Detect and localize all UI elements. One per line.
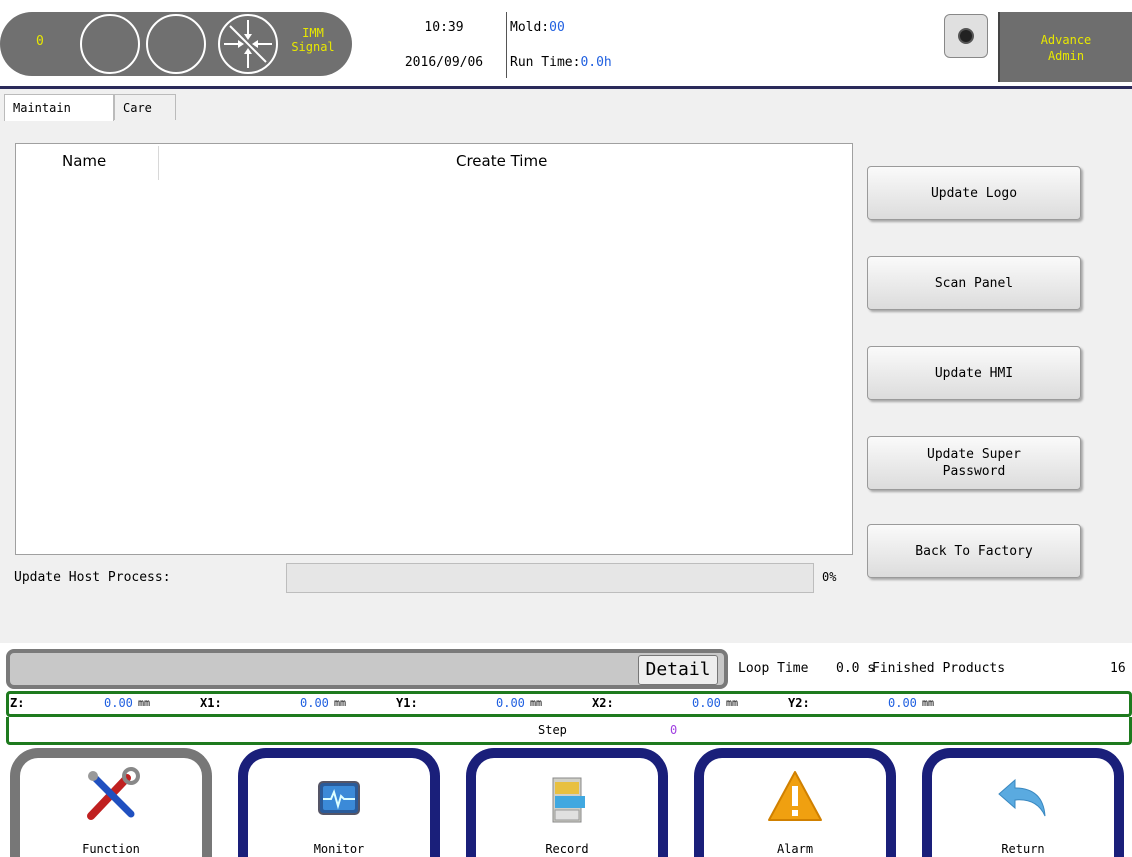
update-logo-button[interactable]: Update Logo <box>867 166 1081 220</box>
axis-z-label: Z: <box>10 696 25 710</box>
tab-care[interactable]: Care <box>114 94 176 120</box>
runtime-label: Run Time: <box>510 55 581 70</box>
user-level: Advance <box>1040 33 1092 47</box>
back-to-factory-button[interactable]: Back To Factory <box>867 524 1081 578</box>
nav-function-button[interactable]: Function <box>4 748 218 857</box>
column-header-name[interactable]: Name <box>62 152 106 170</box>
message-status-bar <box>6 649 728 689</box>
axis-y1-unit: mm <box>530 698 543 709</box>
imm-signal-line1: IMM <box>302 26 324 40</box>
axis-z-unit: mm <box>138 698 151 709</box>
axis-x2-unit: mm <box>726 698 739 709</box>
finished-products-label: Finished Products <box>872 661 1006 676</box>
nav-record-label: Record <box>545 842 589 856</box>
axis-y1-value: 0.00 <box>496 696 525 710</box>
runtime-value: 0.0h <box>580 55 612 70</box>
loop-time-value: 0.0 s <box>836 661 876 676</box>
header-divider <box>506 12 507 78</box>
column-divider <box>158 146 159 180</box>
nav-record-button[interactable]: Record <box>460 748 674 857</box>
finished-products-value: 16 <box>1110 661 1126 676</box>
file-cabinet-icon <box>537 766 597 826</box>
axis-y2-label: Y2: <box>788 696 810 710</box>
nav-return-label: Return <box>1001 842 1045 856</box>
column-header-create-time[interactable]: Create Time <box>456 152 547 170</box>
signal-lamp-2 <box>146 14 206 74</box>
axis-x1-unit: mm <box>334 698 347 709</box>
axis-x2-label: X2: <box>592 696 614 710</box>
step-value: 0 <box>670 723 678 737</box>
monitor-icon <box>309 766 369 826</box>
imm-signal-line2: Signal <box>291 40 335 54</box>
nav-alarm-label: Alarm <box>776 842 814 856</box>
tab-maintain[interactable]: Maintain <box>4 94 114 121</box>
tools-icon <box>81 766 141 826</box>
nav-monitor-button[interactable]: Monitor <box>232 748 446 857</box>
loop-time-label: Loop Time <box>738 661 809 676</box>
update-super-password-button[interactable]: Update Super Password <box>867 436 1081 490</box>
return-arrow-icon <box>993 766 1053 826</box>
user-name: Admin <box>1047 49 1085 63</box>
clock-date: 2016/09/06 <box>404 55 484 70</box>
axis-position-bar <box>6 691 1132 717</box>
warning-icon <box>765 766 825 826</box>
axis-x2-value: 0.00 <box>692 696 721 710</box>
header-bar: 0 IMM Signal 10:39 2016/09/06 Mold:00 Ru… <box>0 0 1132 86</box>
axis-x1-value: 0.00 <box>300 696 329 710</box>
screenshot-camera-button[interactable] <box>944 14 988 58</box>
nav-function-label: Function <box>82 842 140 856</box>
update-hmi-button[interactable]: Update HMI <box>867 346 1081 400</box>
backup-file-table[interactable]: Name Create Time <box>15 143 853 555</box>
nav-monitor-label: Monitor <box>313 842 365 856</box>
user-login-button[interactable]: Advance Admin <box>998 12 1132 82</box>
progress-percent: 0% <box>822 570 837 584</box>
runtime-indicator: Run Time:0.0h <box>510 55 612 70</box>
axis-y2-value: 0.00 <box>888 696 917 710</box>
axis-x1-label: X1: <box>200 696 222 710</box>
nav-return-button[interactable]: Return <box>916 748 1130 857</box>
mold-label: Mold: <box>510 20 550 35</box>
update-host-progress-label: Update Host Process: <box>14 570 171 585</box>
scan-panel-button[interactable]: Scan Panel <box>867 256 1081 310</box>
update-host-progress-bar <box>286 563 814 593</box>
imm-signal-label: IMM Signal <box>288 26 338 54</box>
clock-time: 10:39 <box>424 20 464 35</box>
axis-y2-unit: mm <box>922 698 935 709</box>
axis-z-value: 0.00 <box>104 696 133 710</box>
step-label: Step <box>538 723 567 737</box>
signal-count: 0 <box>36 34 44 49</box>
signal-lamp-1 <box>80 14 140 74</box>
nav-alarm-button[interactable]: Alarm <box>688 748 902 857</box>
mold-indicator: Mold:00 <box>510 20 565 35</box>
axis-y1-label: Y1: <box>396 696 418 710</box>
mold-close-signal-icon <box>218 14 278 74</box>
detail-button[interactable]: Detail <box>638 655 718 685</box>
camera-icon <box>958 28 974 44</box>
step-bar <box>6 717 1132 745</box>
mold-value: 00 <box>549 20 565 35</box>
